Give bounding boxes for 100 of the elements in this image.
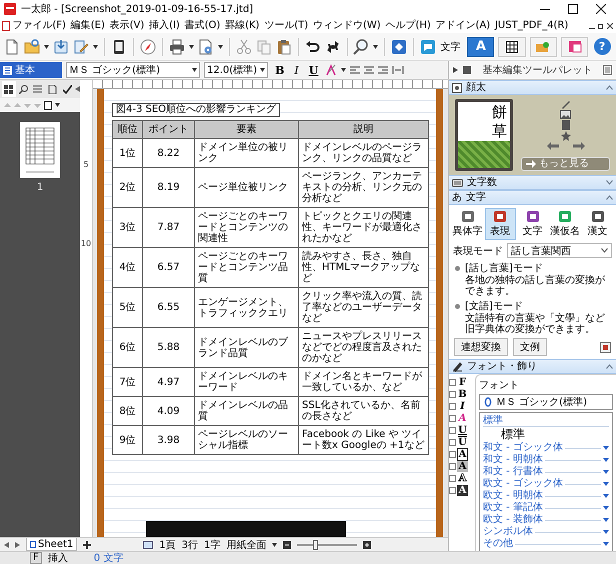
font-style-button[interactable]: A [457, 448, 468, 460]
document-settings-icon[interactable] [198, 38, 214, 54]
pencil-icon[interactable] [560, 99, 570, 109]
section-header[interactable]: 顔太 [449, 80, 616, 95]
add-sheet-icon[interactable] [83, 540, 92, 548]
chevron-icon[interactable] [606, 180, 613, 185]
font-style-button[interactable]: B [457, 388, 468, 400]
current-font[interactable]: 標準 [483, 427, 609, 442]
star-icon[interactable] [560, 131, 570, 141]
menu-item[interactable]: アドイン(A) [433, 19, 493, 32]
document-icon[interactable] [562, 120, 570, 130]
left-arrow-icon[interactable] [546, 142, 558, 150]
close-icon[interactable] [607, 22, 613, 28]
paste-icon[interactable] [276, 38, 292, 54]
checkbox[interactable] [449, 378, 456, 386]
section-header[interactable]: あ 文字 [449, 190, 616, 205]
menu-item[interactable]: 表示(V) [107, 19, 147, 32]
layout-icon[interactable] [143, 540, 154, 548]
chat-icon[interactable] [420, 38, 436, 54]
font-style-button[interactable]: F [457, 376, 468, 388]
menu-item[interactable]: 書式(O) [182, 19, 223, 32]
chevron-icon[interactable] [606, 364, 613, 369]
caret-icon[interactable] [341, 68, 346, 72]
zoom-out-icon[interactable] [283, 540, 292, 548]
action-button[interactable]: 文例 [513, 338, 547, 356]
new-document-icon[interactable] [4, 38, 20, 54]
zoom-in-icon[interactable] [363, 540, 372, 548]
font-category[interactable]: 欧文 - ゴシック体 [483, 478, 609, 490]
help-button[interactable]: ? [592, 36, 612, 56]
checkbox[interactable] [449, 450, 456, 458]
menu-item[interactable]: 罫線(K) [222, 19, 262, 32]
caret-icon[interactable] [44, 44, 49, 48]
character-tool-button[interactable]: 文字 [517, 208, 548, 240]
caret-icon[interactable] [373, 44, 378, 48]
menu-item[interactable]: 挿入(I) [146, 19, 182, 32]
caret-icon[interactable] [55, 103, 60, 107]
slider-thumb[interactable] [313, 540, 318, 550]
menu-item[interactable]: JUST_PDF_4(R) [492, 19, 571, 32]
caret-icon[interactable] [218, 44, 223, 48]
restore-icon[interactable] [598, 22, 604, 28]
expand-icon[interactable] [453, 67, 458, 73]
page-layout-icon[interactable] [44, 100, 52, 110]
align-right-icon[interactable] [378, 66, 388, 74]
font-category[interactable]: 欧文 - 装飾体 [483, 514, 609, 526]
size-dropdown[interactable]: 12.0(標準) [204, 62, 268, 78]
font-field[interactable]: ＭＳ ゴシック(標準) [479, 394, 613, 410]
mode-tab[interactable] [498, 36, 526, 56]
caret-icon[interactable] [93, 44, 98, 48]
menu-item[interactable]: ウィンドウ(W) [310, 19, 384, 32]
page-thumbnail[interactable] [20, 122, 60, 178]
picture-icon[interactable] [560, 110, 571, 119]
style-dropdown[interactable]: 基本 [0, 62, 62, 78]
font-style-button[interactable]: U [457, 424, 468, 436]
font-style-button[interactable]: I [457, 400, 468, 412]
font-category[interactable]: 和文 - ゴシック体 [483, 442, 609, 454]
font-category[interactable]: 欧文 - 明朝体 [483, 490, 609, 502]
section-header[interactable]: 文字数 [449, 175, 616, 190]
caret-icon[interactable] [260, 68, 266, 72]
menu-item[interactable]: ヘルプ(H) [383, 19, 434, 32]
character-tool-button[interactable]: 表現 [484, 208, 516, 240]
caret-icon[interactable] [192, 68, 197, 72]
checkbox[interactable] [449, 426, 456, 434]
folder-icon[interactable] [24, 38, 40, 54]
printer-icon[interactable] [168, 38, 185, 54]
menu-item[interactable]: ファイル(F) [10, 19, 68, 32]
scroll-right-icon[interactable] [15, 542, 20, 548]
cut-icon[interactable] [236, 38, 252, 54]
panel-tab[interactable] [2, 81, 16, 97]
font-category[interactable]: シンボル体 [483, 526, 609, 538]
maximize-icon[interactable] [568, 4, 578, 14]
format-button[interactable]: U [306, 64, 322, 76]
mode-dropdown[interactable]: 話し言葉関西 [507, 243, 612, 258]
checkbox[interactable] [449, 402, 456, 410]
format-button[interactable]: B [272, 64, 288, 76]
caret-icon[interactable] [188, 44, 194, 48]
close-icon[interactable] [596, 4, 606, 14]
font-dropdown[interactable]: ＭＳ ゴシック(標準) [66, 62, 200, 78]
format-button[interactable]: I [291, 64, 302, 76]
character-tool-button[interactable]: 漢仮名 [550, 208, 580, 240]
save-icon[interactable] [53, 38, 69, 54]
font-style-button[interactable]: A [457, 484, 468, 496]
section-header[interactable]: フォント・飾り [449, 359, 616, 374]
align-center-icon[interactable] [364, 66, 374, 74]
redo-icon[interactable] [324, 38, 341, 54]
caret-icon[interactable] [272, 542, 278, 546]
puzzle-icon[interactable] [391, 38, 408, 54]
font-style-button[interactable]: A [457, 472, 468, 484]
scroll-left-icon[interactable] [4, 542, 9, 548]
menu-item[interactable]: ツール(T) [262, 19, 311, 32]
character-tool-button[interactable]: 異体字 [452, 208, 483, 240]
font-style-button[interactable]: U [457, 436, 468, 448]
compass-icon[interactable] [140, 38, 156, 54]
chevron-icon[interactable] [606, 195, 613, 200]
align-left-icon[interactable] [350, 66, 360, 74]
font-style-button[interactable]: A [457, 412, 468, 424]
edit-document-icon[interactable] [73, 38, 89, 54]
font-category[interactable]: 和文 - 明朝体 [483, 454, 609, 466]
font-category[interactable]: 和文 - 行書体 [483, 466, 609, 478]
checkbox[interactable] [449, 390, 456, 398]
checkbox[interactable] [449, 462, 456, 470]
